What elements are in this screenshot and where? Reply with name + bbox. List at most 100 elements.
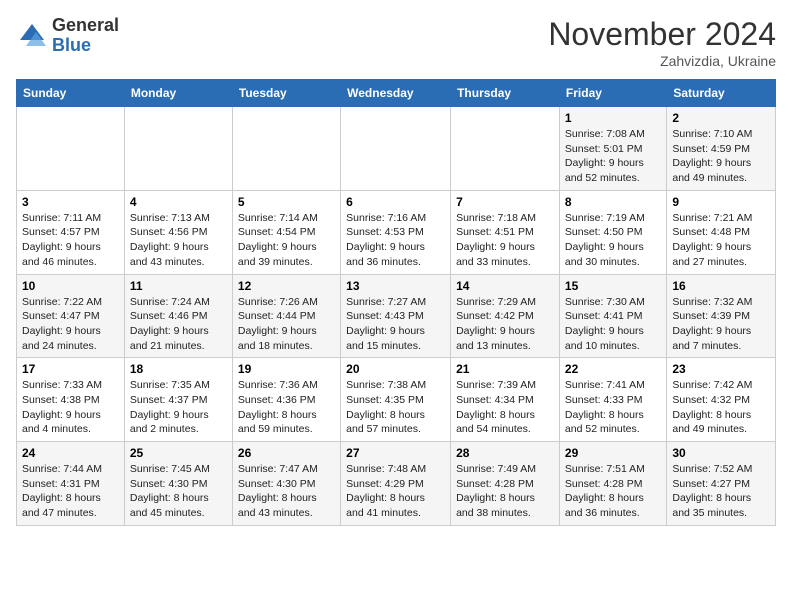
- day-number: 27: [346, 446, 445, 460]
- day-number: 13: [346, 279, 445, 293]
- calendar-cell: 26 Sunrise: 7:47 AM Sunset: 4:30 PM Dayli…: [232, 442, 340, 526]
- day-number: 12: [238, 279, 335, 293]
- calendar-cell: 25 Sunrise: 7:45 AM Sunset: 4:30 PM Dayli…: [124, 442, 232, 526]
- day-number: 2: [672, 111, 770, 125]
- day-number: 19: [238, 362, 335, 376]
- calendar-cell: 27 Sunrise: 7:48 AM Sunset: 4:29 PM Dayli…: [341, 442, 451, 526]
- logo-general: General: [52, 16, 119, 36]
- day-number: 23: [672, 362, 770, 376]
- location: Zahvizdia, Ukraine: [548, 53, 776, 69]
- day-number: 1: [565, 111, 661, 125]
- calendar-cell: [124, 107, 232, 191]
- calendar-cell: 19Sunrise: 7:36 AM Sunset: 4:36 PM Dayli…: [232, 358, 340, 442]
- calendar-cell: 13 Sunrise: 7:27 AM Sunset: 4:43 PM Dayli…: [341, 274, 451, 358]
- day-info: Sunrise: 7:51 AM Sunset: 4:28 PM Dayligh…: [565, 463, 645, 519]
- calendar-table: SundayMondayTuesdayWednesdayThursdayFrid…: [16, 79, 776, 526]
- calendar-cell: 1Sunrise: 7:08 AM Sunset: 5:01 PM Daylig…: [559, 107, 666, 191]
- day-number: 16: [672, 279, 770, 293]
- calendar-cell: 18Sunrise: 7:35 AM Sunset: 4:37 PM Dayli…: [124, 358, 232, 442]
- week-row-1: 1Sunrise: 7:08 AM Sunset: 5:01 PM Daylig…: [17, 107, 776, 191]
- day-info: Sunrise: 7:22 AM Sunset: 4:47 PM Dayligh…: [22, 296, 102, 352]
- day-number: 29: [565, 446, 661, 460]
- day-number: 15: [565, 279, 661, 293]
- day-info: Sunrise: 7:41 AM Sunset: 4:33 PM Dayligh…: [565, 379, 645, 435]
- day-number: 11: [130, 279, 227, 293]
- weekday-header-saturday: Saturday: [667, 80, 776, 107]
- day-info: Sunrise: 7:45 AM Sunset: 4:30 PM Dayligh…: [130, 463, 210, 519]
- day-info: Sunrise: 7:52 AM Sunset: 4:27 PM Dayligh…: [672, 463, 752, 519]
- day-info: Sunrise: 7:38 AM Sunset: 4:35 PM Dayligh…: [346, 379, 426, 435]
- day-number: 6: [346, 195, 445, 209]
- calendar-cell: [17, 107, 125, 191]
- day-info: Sunrise: 7:32 AM Sunset: 4:39 PM Dayligh…: [672, 296, 752, 352]
- calendar-cell: 15Sunrise: 7:30 AM Sunset: 4:41 PM Dayli…: [559, 274, 666, 358]
- day-number: 4: [130, 195, 227, 209]
- calendar-cell: 16 Sunrise: 7:32 AM Sunset: 4:39 PM Dayli…: [667, 274, 776, 358]
- day-number: 26: [238, 446, 335, 460]
- day-info: Sunrise: 7:18 AM Sunset: 4:51 PM Dayligh…: [456, 212, 536, 268]
- day-number: 8: [565, 195, 661, 209]
- calendar-cell: 12 Sunrise: 7:26 AM Sunset: 4:44 PM Dayli…: [232, 274, 340, 358]
- day-number: 24: [22, 446, 119, 460]
- day-info: Sunrise: 7:44 AM Sunset: 4:31 PM Dayligh…: [22, 463, 102, 519]
- calendar-cell: 22Sunrise: 7:41 AM Sunset: 4:33 PM Dayli…: [559, 358, 666, 442]
- day-info: Sunrise: 7:39 AM Sunset: 4:34 PM Dayligh…: [456, 379, 536, 435]
- day-info: Sunrise: 7:49 AM Sunset: 4:28 PM Dayligh…: [456, 463, 536, 519]
- day-info: Sunrise: 7:27 AM Sunset: 4:43 PM Dayligh…: [346, 296, 426, 352]
- day-info: Sunrise: 7:13 AM Sunset: 4:56 PM Dayligh…: [130, 212, 210, 268]
- day-info: Sunrise: 7:24 AM Sunset: 4:46 PM Dayligh…: [130, 296, 210, 352]
- weekday-header-thursday: Thursday: [451, 80, 560, 107]
- day-info: Sunrise: 7:29 AM Sunset: 4:42 PM Dayligh…: [456, 296, 536, 352]
- day-number: 7: [456, 195, 554, 209]
- day-number: 10: [22, 279, 119, 293]
- calendar-cell: 6 Sunrise: 7:16 AM Sunset: 4:53 PM Daylig…: [341, 190, 451, 274]
- week-row-4: 17 Sunrise: 7:33 AM Sunset: 4:38 PM Dayli…: [17, 358, 776, 442]
- weekday-header-sunday: Sunday: [17, 80, 125, 107]
- calendar-cell: 28 Sunrise: 7:49 AM Sunset: 4:28 PM Dayli…: [451, 442, 560, 526]
- calendar-cell: 3 Sunrise: 7:11 AM Sunset: 4:57 PM Daylig…: [17, 190, 125, 274]
- day-number: 17: [22, 362, 119, 376]
- calendar-cell: 29 Sunrise: 7:51 AM Sunset: 4:28 PM Dayli…: [559, 442, 666, 526]
- calendar-cell: 17 Sunrise: 7:33 AM Sunset: 4:38 PM Dayli…: [17, 358, 125, 442]
- day-number: 25: [130, 446, 227, 460]
- day-number: 28: [456, 446, 554, 460]
- day-info: Sunrise: 7:48 AM Sunset: 4:29 PM Dayligh…: [346, 463, 426, 519]
- day-number: 20: [346, 362, 445, 376]
- calendar-cell: [451, 107, 560, 191]
- weekday-header-friday: Friday: [559, 80, 666, 107]
- day-info: Sunrise: 7:16 AM Sunset: 4:53 PM Dayligh…: [346, 212, 426, 268]
- title-block: November 2024 Zahvizdia, Ukraine: [548, 16, 776, 69]
- day-number: 30: [672, 446, 770, 460]
- day-info: Sunrise: 7:33 AM Sunset: 4:38 PM Dayligh…: [22, 379, 102, 435]
- day-number: 14: [456, 279, 554, 293]
- calendar-cell: 2 Sunrise: 7:10 AM Sunset: 4:59 PM Daylig…: [667, 107, 776, 191]
- week-row-2: 3 Sunrise: 7:11 AM Sunset: 4:57 PM Daylig…: [17, 190, 776, 274]
- day-number: 3: [22, 195, 119, 209]
- day-info: Sunrise: 7:14 AM Sunset: 4:54 PM Dayligh…: [238, 212, 318, 268]
- day-info: Sunrise: 7:21 AM Sunset: 4:48 PM Dayligh…: [672, 212, 752, 268]
- calendar-cell: 5Sunrise: 7:14 AM Sunset: 4:54 PM Daylig…: [232, 190, 340, 274]
- calendar-cell: 30 Sunrise: 7:52 AM Sunset: 4:27 PM Dayli…: [667, 442, 776, 526]
- calendar-cell: 10 Sunrise: 7:22 AM Sunset: 4:47 PM Dayli…: [17, 274, 125, 358]
- month-title: November 2024: [548, 16, 776, 53]
- calendar-cell: [232, 107, 340, 191]
- day-info: Sunrise: 7:42 AM Sunset: 4:32 PM Dayligh…: [672, 379, 752, 435]
- calendar-cell: [341, 107, 451, 191]
- calendar-cell: 21Sunrise: 7:39 AM Sunset: 4:34 PM Dayli…: [451, 358, 560, 442]
- logo-icon: [16, 20, 48, 52]
- day-info: Sunrise: 7:19 AM Sunset: 4:50 PM Dayligh…: [565, 212, 645, 268]
- day-info: Sunrise: 7:10 AM Sunset: 4:59 PM Dayligh…: [672, 128, 752, 184]
- calendar-cell: 14 Sunrise: 7:29 AM Sunset: 4:42 PM Dayli…: [451, 274, 560, 358]
- logo-text: General Blue: [52, 16, 119, 56]
- day-info: Sunrise: 7:11 AM Sunset: 4:57 PM Dayligh…: [22, 212, 101, 268]
- week-row-5: 24 Sunrise: 7:44 AM Sunset: 4:31 PM Dayli…: [17, 442, 776, 526]
- calendar-cell: 8 Sunrise: 7:19 AM Sunset: 4:50 PM Daylig…: [559, 190, 666, 274]
- weekday-header-monday: Monday: [124, 80, 232, 107]
- day-info: Sunrise: 7:47 AM Sunset: 4:30 PM Dayligh…: [238, 463, 318, 519]
- weekday-header-wednesday: Wednesday: [341, 80, 451, 107]
- day-info: Sunrise: 7:26 AM Sunset: 4:44 PM Dayligh…: [238, 296, 318, 352]
- calendar-cell: 9Sunrise: 7:21 AM Sunset: 4:48 PM Daylig…: [667, 190, 776, 274]
- calendar-cell: 7 Sunrise: 7:18 AM Sunset: 4:51 PM Daylig…: [451, 190, 560, 274]
- day-number: 18: [130, 362, 227, 376]
- calendar-cell: 20 Sunrise: 7:38 AM Sunset: 4:35 PM Dayli…: [341, 358, 451, 442]
